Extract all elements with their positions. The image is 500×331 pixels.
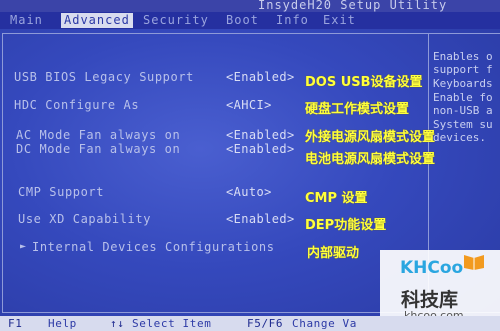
setting-hdc-label[interactable]: HDC Configure As [14,98,139,112]
footer-f5f6-key: F5/F6 [247,317,284,330]
help-line: devices. [433,131,486,144]
submenu-internal-devices[interactable]: Internal Devices Configurations [32,240,275,254]
tab-advanced[interactable]: Advanced [61,13,133,28]
bios-title: InsydeH20 Setup Utility [258,0,448,12]
footer-change-values[interactable]: Change Va [292,317,357,330]
tab-main[interactable]: Main [10,13,43,28]
annotation-dc-fan: 电池电源风扇模式设置 [305,152,436,167]
tab-security[interactable]: Security [143,13,209,28]
setting-xd-value[interactable]: <Enabled> [226,212,295,226]
help-line: Keyboards [433,77,493,90]
setting-ac-fan-value[interactable]: <Enabled> [226,128,295,142]
footer-help[interactable]: Help [48,317,77,330]
annotation-ac-fan: 外接电源风扇模式设置 [305,130,436,145]
setting-xd-label[interactable]: Use XD Capability [18,212,151,226]
tab-exit[interactable]: Exit [323,13,356,28]
tab-info[interactable]: Info [276,13,309,28]
setting-ac-fan-label[interactable]: AC Mode Fan always on [16,128,180,142]
watermark-cn: 科技库 [401,289,459,311]
setting-hdc-value[interactable]: <AHCI> [226,98,272,112]
help-line: support f [433,63,493,76]
tab-boot[interactable]: Boot [226,13,259,28]
book-icon [464,255,484,270]
help-line: non-USB a [433,104,493,117]
setting-usb-legacy-value[interactable]: <Enabled> [226,70,295,84]
setting-cmp-value[interactable]: <Auto> [226,185,272,199]
footer-f1-key: F1 [8,317,23,330]
help-line: Enable fo [433,91,493,104]
annotation-internal-devices: 内部驱动 [307,246,360,261]
setting-cmp-label[interactable]: CMP Support [18,185,104,199]
annotation-usb-legacy: DOS USB设备设置 [305,75,423,90]
setting-dc-fan-label[interactable]: DC Mode Fan always on [16,142,180,156]
annotation-hdc: 硬盘工作模式设置 [305,102,410,117]
footer-select-item[interactable]: Select Item [132,317,211,330]
help-line: System su [433,118,493,131]
submenu-arrow-icon: ► [20,241,27,252]
footer-arrows-key: ↑↓ [110,317,125,330]
watermark-brand: KHCoo [400,258,464,278]
help-line: Enables o [433,50,493,63]
annotation-xd: DEP功能设置 [305,218,387,233]
setting-dc-fan-value[interactable]: <Enabled> [226,142,295,156]
annotation-cmp: CMP 设置 [305,191,368,206]
setting-usb-legacy-label[interactable]: USB BIOS Legacy Support [14,70,194,84]
